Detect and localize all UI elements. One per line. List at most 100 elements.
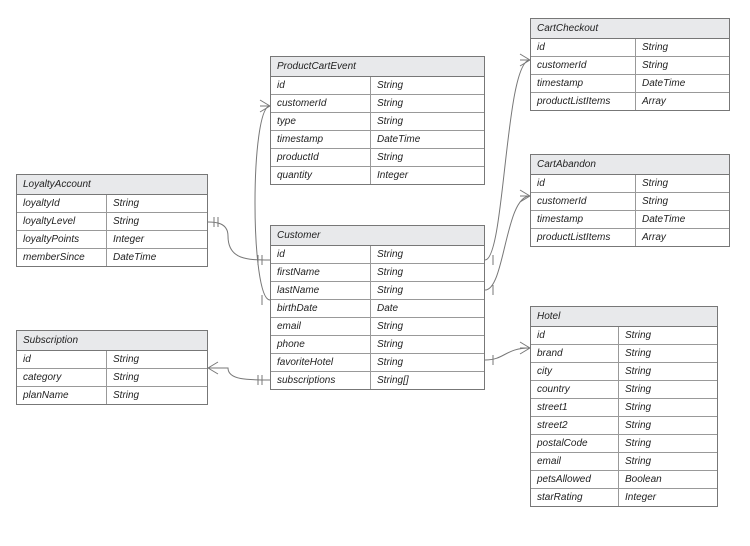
entity-hotel: HotelidStringbrandStringcityStringcountr… <box>530 306 718 507</box>
rel-customer-loyalty <box>208 222 270 260</box>
attribute-type: String <box>636 39 729 56</box>
attribute-row: timestampDateTime <box>531 210 729 228</box>
attribute-name: id <box>271 246 371 263</box>
attribute-row: loyaltyIdString <box>17 195 207 212</box>
attribute-name: customerId <box>531 193 636 210</box>
attribute-type: DateTime <box>636 75 729 92</box>
attribute-name: brand <box>531 345 619 362</box>
attribute-name: id <box>271 77 371 94</box>
rel-customer-checkout <box>485 60 530 260</box>
attribute-row: productListItemsArray <box>531 228 729 246</box>
attribute-row: quantityInteger <box>271 166 484 184</box>
attribute-row: idString <box>531 175 729 192</box>
attribute-name: timestamp <box>531 75 636 92</box>
attribute-type: String <box>619 327 717 344</box>
attribute-row: street2String <box>531 416 717 434</box>
attribute-type: String <box>371 246 484 263</box>
attribute-type: String <box>371 95 484 112</box>
attribute-row: customerIdString <box>531 192 729 210</box>
attribute-row: productListItemsArray <box>531 92 729 110</box>
entity-attributes: idStringcustomerIdStringtimestampDateTim… <box>531 175 729 246</box>
attribute-name: type <box>271 113 371 130</box>
attribute-name: street1 <box>531 399 619 416</box>
attribute-row: loyaltyPointsInteger <box>17 230 207 248</box>
entity-attributes: idStringcategoryStringplanNameString <box>17 351 207 404</box>
attribute-type: String <box>636 57 729 74</box>
attribute-name: email <box>271 318 371 335</box>
attribute-row: birthDateDate <box>271 299 484 317</box>
attribute-name: email <box>531 453 619 470</box>
attribute-type: DateTime <box>107 249 207 266</box>
er-diagram: { "entities": { "loyalty": { "title": "L… <box>0 0 750 546</box>
attribute-row: idString <box>271 77 484 94</box>
entity-cart-checkout: CartCheckoutidStringcustomerIdStringtime… <box>530 18 730 111</box>
attribute-name: id <box>531 327 619 344</box>
attribute-type: String <box>107 369 207 386</box>
entity-title: ProductCartEvent <box>271 57 484 77</box>
attribute-row: categoryString <box>17 368 207 386</box>
attribute-name: productListItems <box>531 229 636 246</box>
attribute-row: idString <box>17 351 207 368</box>
attribute-type: String <box>636 193 729 210</box>
attribute-name: id <box>17 351 107 368</box>
attribute-type: String <box>619 453 717 470</box>
attribute-type: String <box>619 345 717 362</box>
attribute-type: String <box>107 387 207 404</box>
attribute-type: String[] <box>371 372 484 389</box>
rel-customer-subscription <box>208 368 270 380</box>
attribute-row: emailString <box>271 317 484 335</box>
attribute-name: customerId <box>271 95 371 112</box>
attribute-row: countryString <box>531 380 717 398</box>
attribute-name: loyaltyPoints <box>17 231 107 248</box>
attribute-type: String <box>619 399 717 416</box>
entity-loyalty-account: LoyaltyAccountloyaltyIdStringloyaltyLeve… <box>16 174 208 267</box>
entity-title: LoyaltyAccount <box>17 175 207 195</box>
attribute-type: String <box>636 175 729 192</box>
attribute-type: DateTime <box>636 211 729 228</box>
attribute-type: String <box>619 363 717 380</box>
entity-attributes: idStringbrandStringcityStringcountryStri… <box>531 327 717 506</box>
attribute-type: String <box>371 264 484 281</box>
attribute-type: Boolean <box>619 471 717 488</box>
attribute-name: productId <box>271 149 371 166</box>
attribute-name: starRating <box>531 489 619 506</box>
attribute-row: petsAllowedBoolean <box>531 470 717 488</box>
attribute-type: Array <box>636 93 729 110</box>
attribute-name: lastName <box>271 282 371 299</box>
entity-cart-abandon: CartAbandonidStringcustomerIdStringtimes… <box>530 154 730 247</box>
attribute-name: subscriptions <box>271 372 371 389</box>
attribute-type: Integer <box>107 231 207 248</box>
attribute-name: id <box>531 175 636 192</box>
attribute-row: planNameString <box>17 386 207 404</box>
attribute-type: Date <box>371 300 484 317</box>
attribute-row: memberSinceDateTime <box>17 248 207 266</box>
attribute-type: Integer <box>619 489 717 506</box>
attribute-row: phoneString <box>271 335 484 353</box>
attribute-type: DateTime <box>371 131 484 148</box>
attribute-row: timestampDateTime <box>531 74 729 92</box>
attribute-type: String <box>619 381 717 398</box>
attribute-name: country <box>531 381 619 398</box>
attribute-name: phone <box>271 336 371 353</box>
attribute-type: String <box>371 113 484 130</box>
attribute-row: firstNameString <box>271 263 484 281</box>
attribute-type: String <box>619 435 717 452</box>
attribute-type: String <box>107 351 207 368</box>
attribute-type: String <box>107 213 207 230</box>
entity-title: Subscription <box>17 331 207 351</box>
attribute-row: subscriptionsString[] <box>271 371 484 389</box>
attribute-name: city <box>531 363 619 380</box>
attribute-row: customerIdString <box>271 94 484 112</box>
attribute-name: postalCode <box>531 435 619 452</box>
attribute-row: typeString <box>271 112 484 130</box>
attribute-name: id <box>531 39 636 56</box>
attribute-type: String <box>371 149 484 166</box>
entity-title: Hotel <box>531 307 717 327</box>
attribute-name: category <box>17 369 107 386</box>
entity-title: CartAbandon <box>531 155 729 175</box>
attribute-name: favoriteHotel <box>271 354 371 371</box>
attribute-row: starRatingInteger <box>531 488 717 506</box>
attribute-row: productIdString <box>271 148 484 166</box>
entity-subscription: SubscriptionidStringcategoryStringplanNa… <box>16 330 208 405</box>
attribute-row: lastNameString <box>271 281 484 299</box>
